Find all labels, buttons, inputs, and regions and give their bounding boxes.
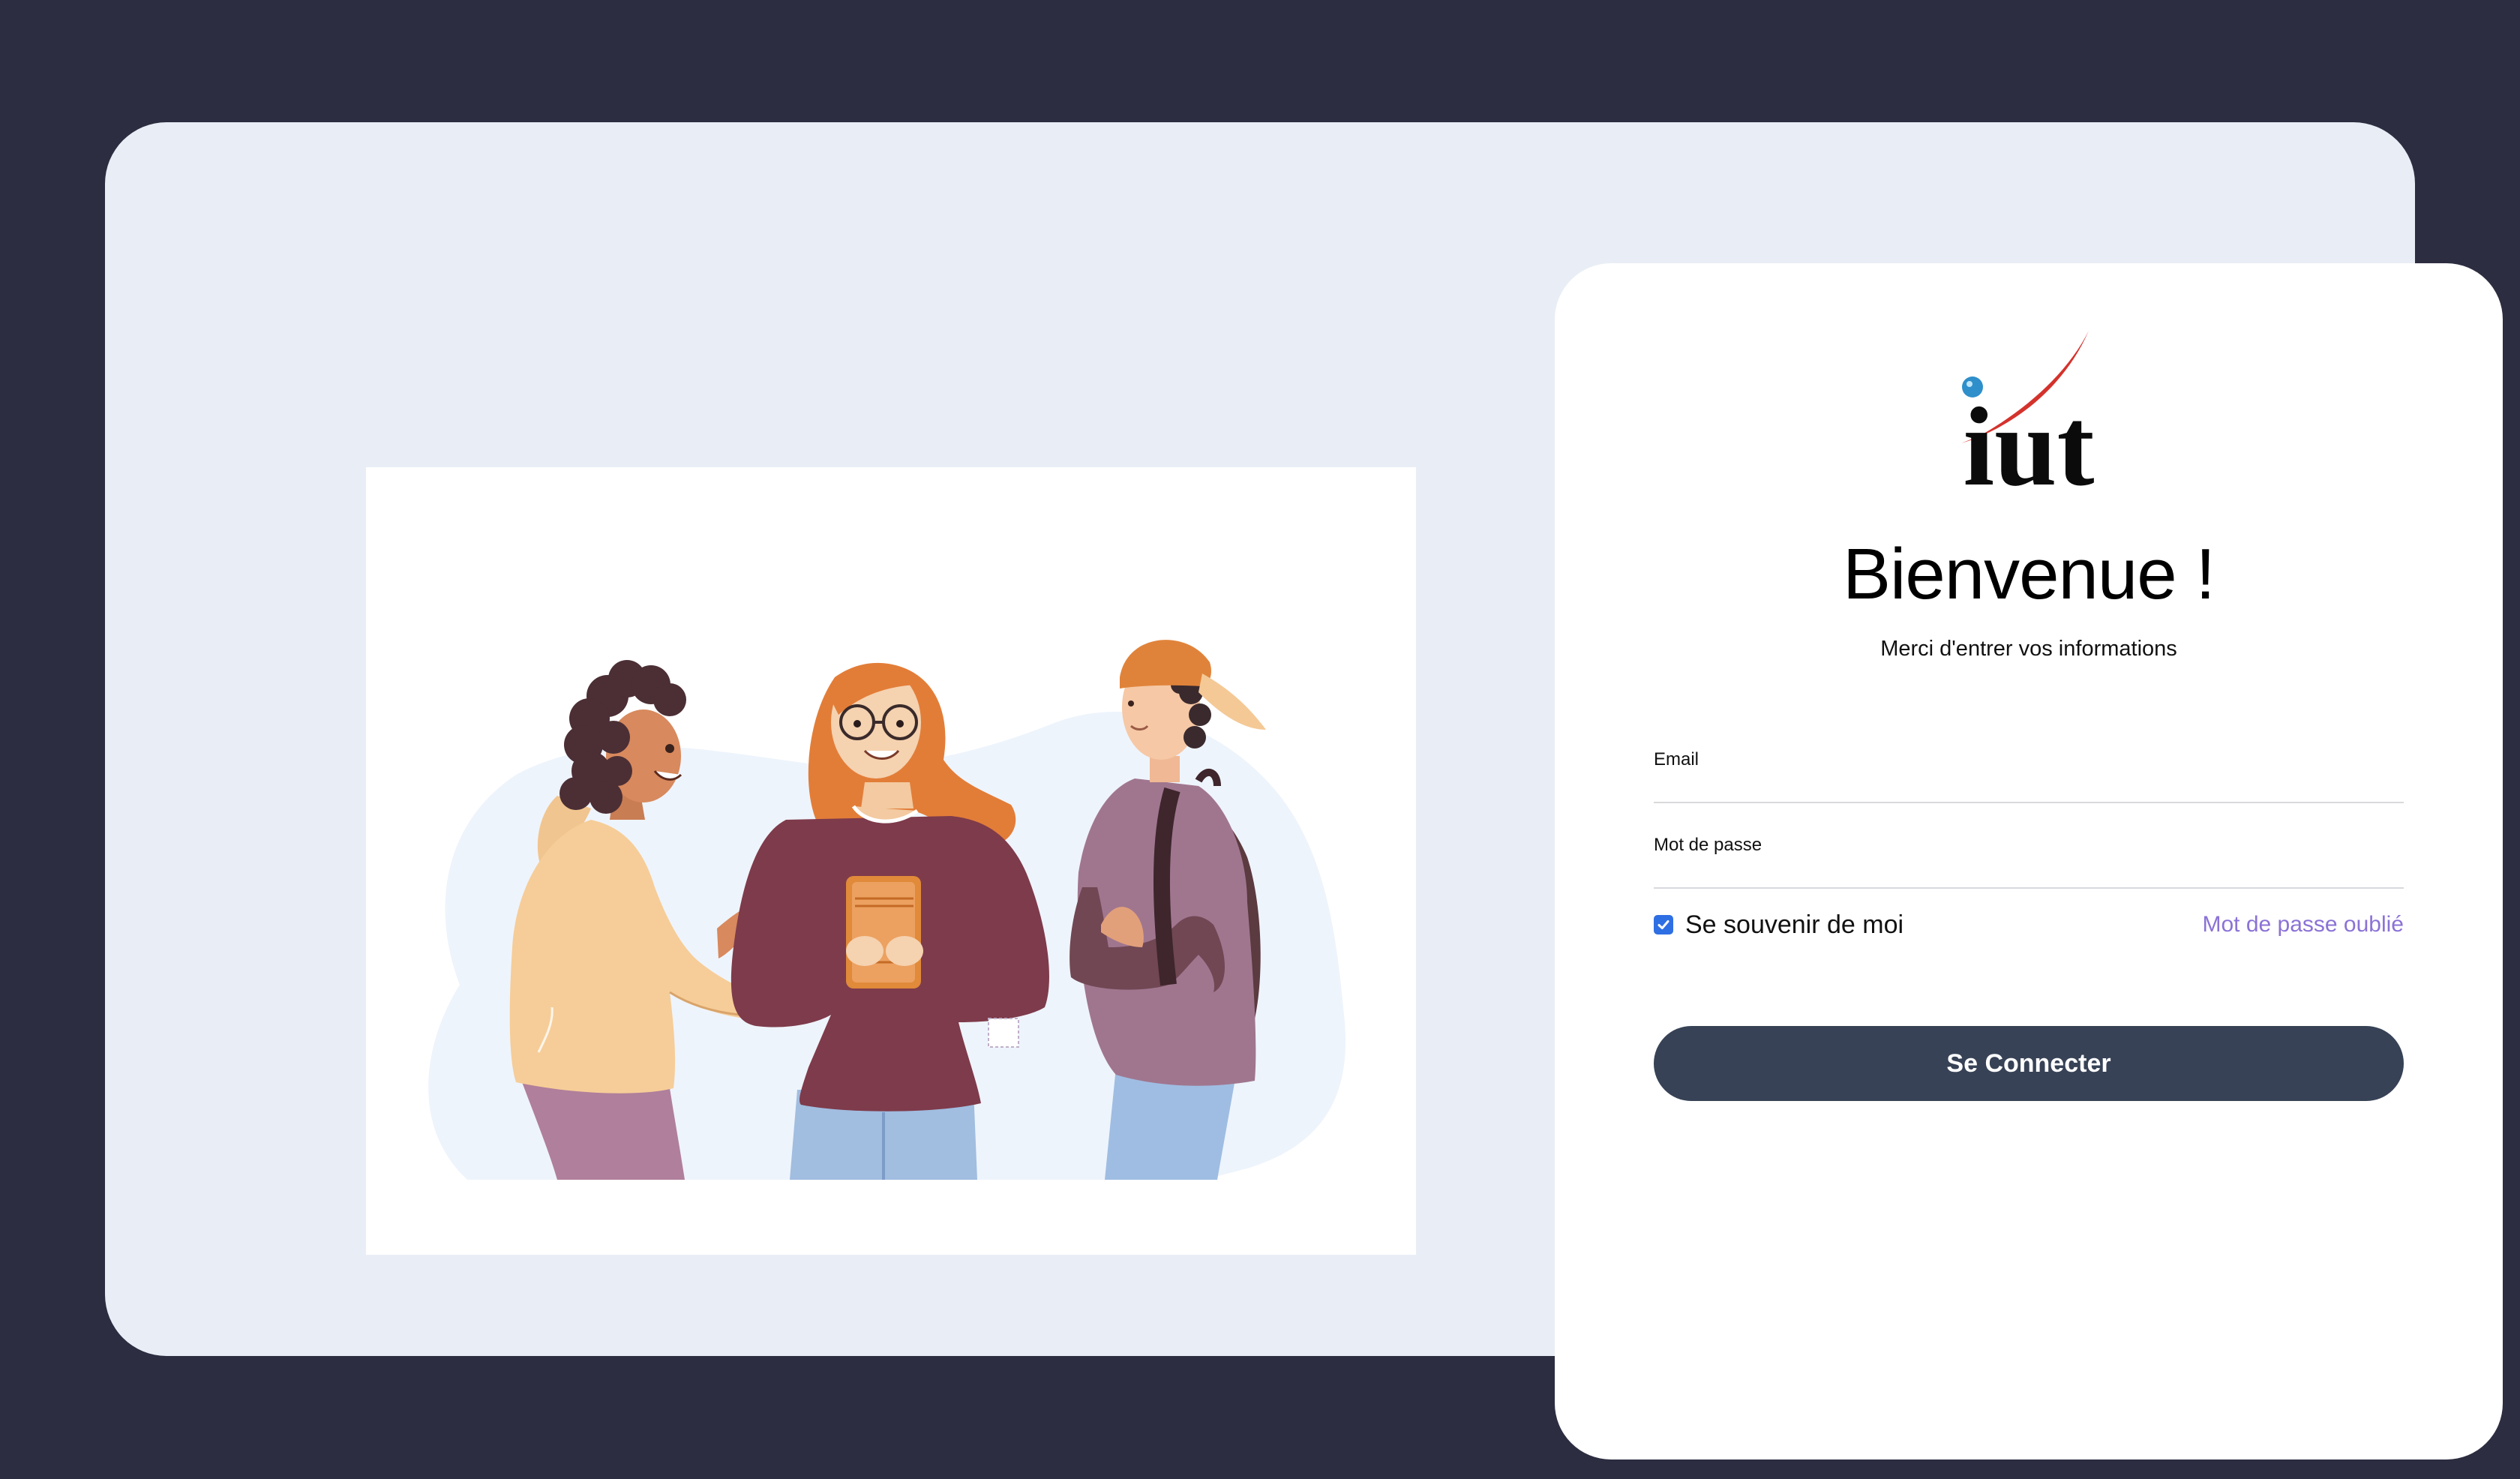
remember-me-label: Se souvenir de moi <box>1685 910 1904 939</box>
checkmark-icon <box>1658 920 1670 929</box>
password-label: Mot de passe <box>1654 835 1762 855</box>
password-input[interactable] <box>1654 857 2404 884</box>
login-shell: iut Bienvenue ! Merci d'entrer vos infor… <box>105 122 2503 1460</box>
remember-me-option[interactable]: Se souvenir de moi <box>1654 908 1904 941</box>
email-label: Email <box>1654 749 1700 770</box>
login-button[interactable]: Se Connecter <box>1654 1026 2404 1101</box>
login-options-row: Se souvenir de moi Mot de passe oublié <box>1654 908 2404 941</box>
students-illustration-art <box>428 640 1346 1180</box>
students-illustration <box>366 467 1416 1255</box>
iut-logo: iut <box>1958 331 2100 509</box>
email-input[interactable] <box>1654 772 2404 799</box>
logo-text: iut <box>1963 385 2094 496</box>
page-subtitle: Merci d'entrer vos informations <box>1880 637 2177 661</box>
iut-logo-icon: iut <box>1961 331 2095 509</box>
page-title: Bienvenue ! <box>1842 534 2216 614</box>
password-field: Mot de passe <box>1654 835 2404 889</box>
forgot-password-link[interactable]: Mot de passe oublié <box>2202 908 2404 941</box>
login-card: iut Bienvenue ! Merci d'entrer vos infor… <box>1555 263 2503 1460</box>
remember-me-checkbox[interactable] <box>1654 915 1673 934</box>
email-field: Email <box>1654 749 2404 803</box>
